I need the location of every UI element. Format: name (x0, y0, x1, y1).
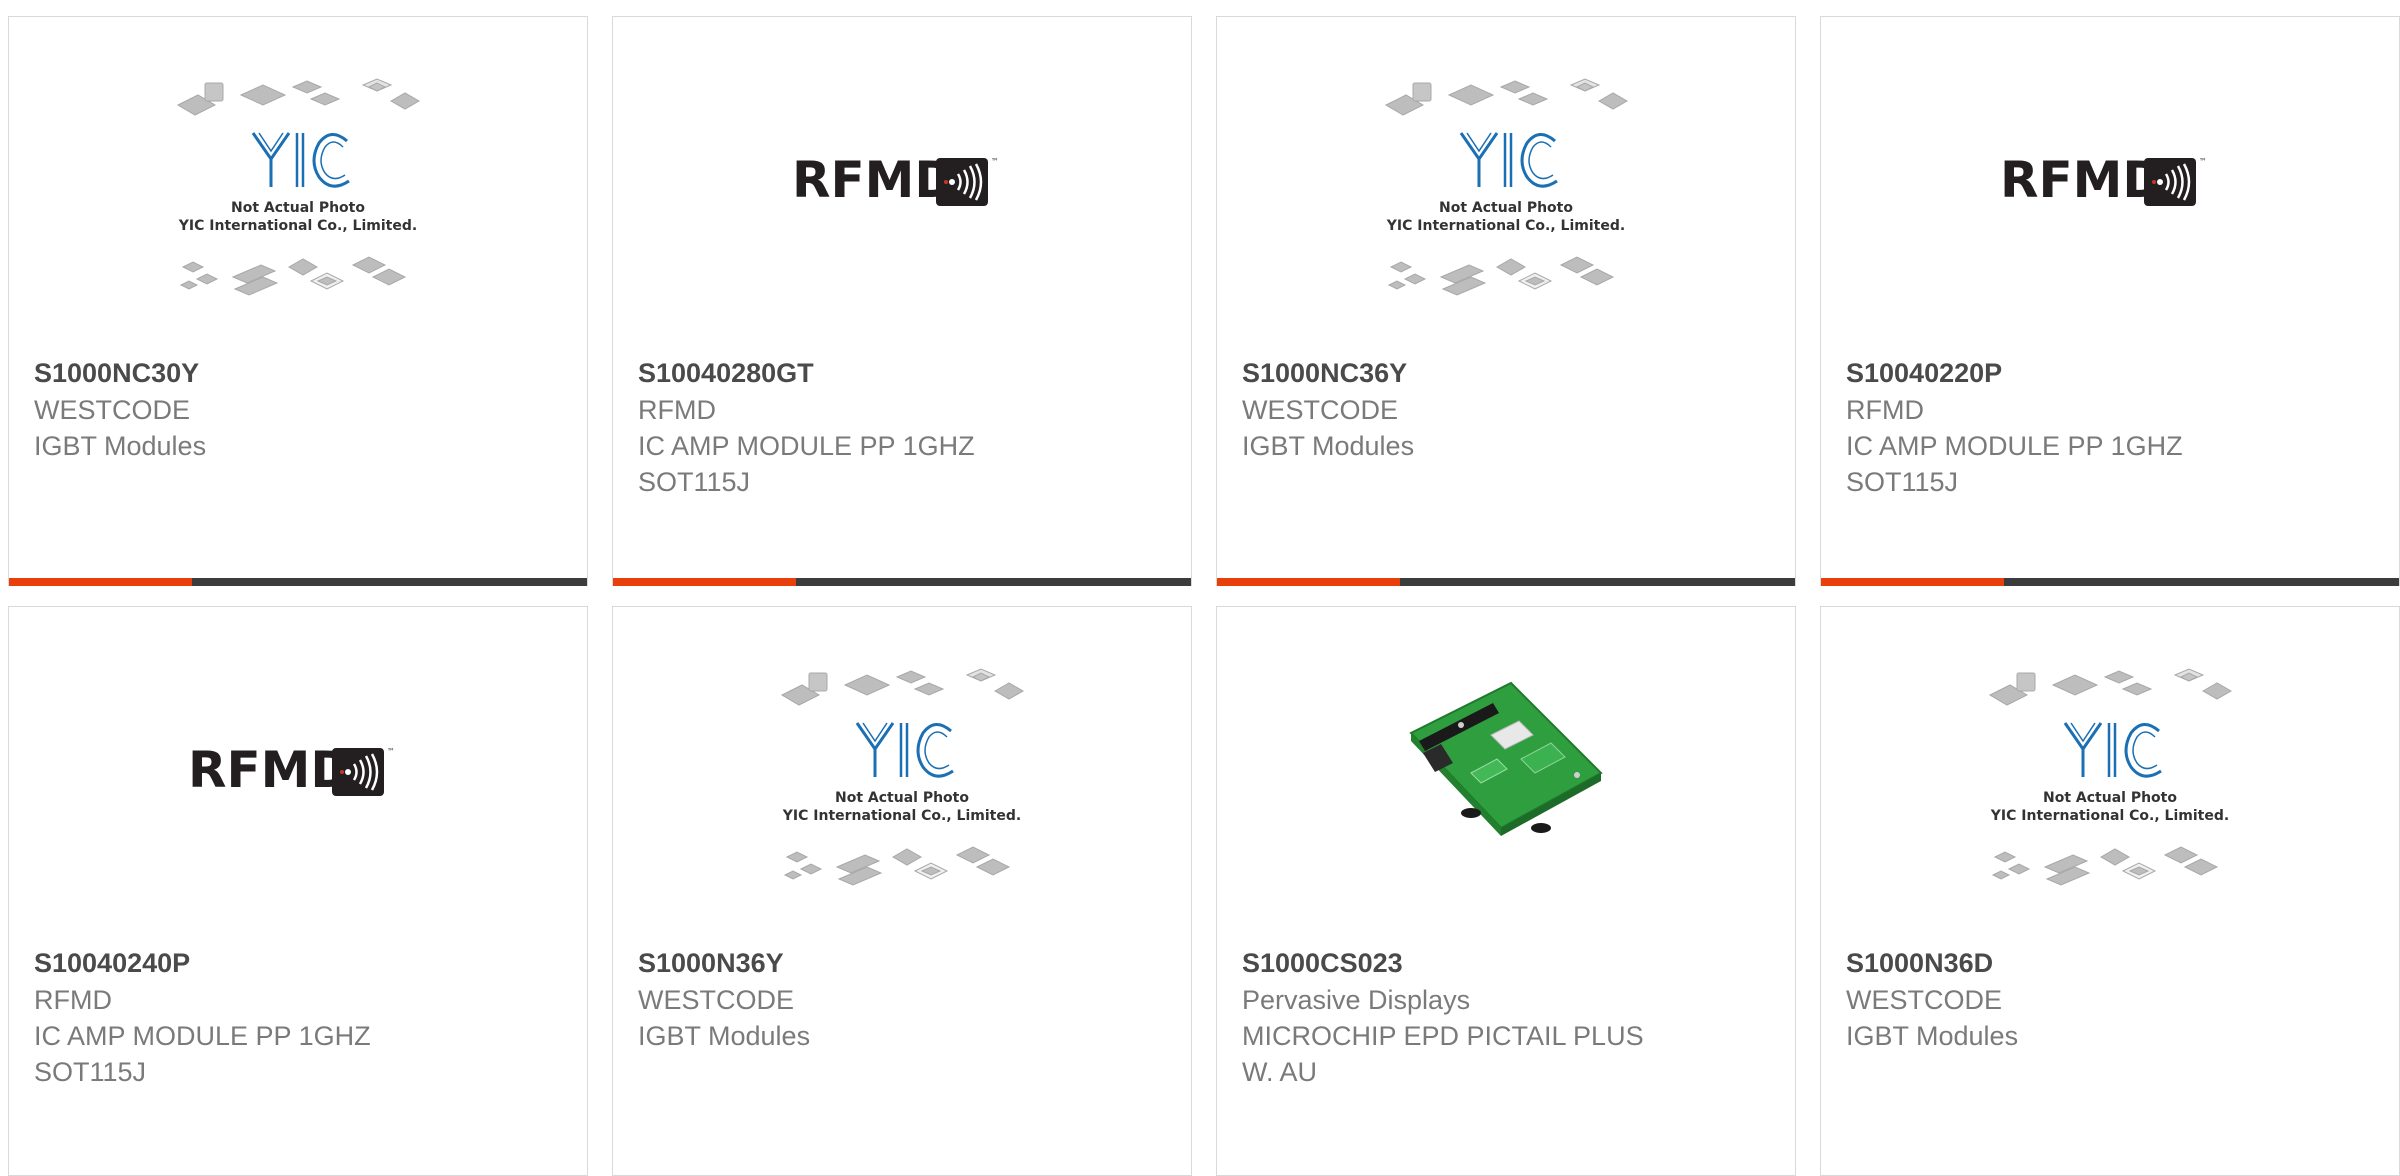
rfmd-logo-image: RFMD ™ (2000, 151, 2207, 209)
yic-line2: YIC International Co., Limited. (782, 808, 1021, 824)
product-info: S1000NC36Y WESTCODE IGBT Modules (1242, 354, 1775, 464)
card-accent-bar-highlight (1217, 578, 1400, 586)
product-image[interactable]: Not Actual Photo YIC International Co., … (1217, 67, 1795, 367)
yic-line2: YIC International Co., Limited. (178, 218, 417, 234)
product-card[interactable]: S1000CS023 Pervasive Displays MICROCHIP EP… (1216, 606, 1796, 1176)
description-line: W. AU (1242, 1057, 1318, 1087)
description-line: SOT115J (638, 467, 751, 497)
product-image[interactable]: Not Actual Photo YIC International Co., … (1821, 657, 2399, 957)
manufacturer: Pervasive Displays (1242, 985, 1471, 1015)
product-info: S1000N36Y WESTCODE IGBT Modules (638, 944, 1171, 1054)
yic-placeholder-image: Not Actual Photo YIC International Co., … (176, 78, 421, 296)
product-card[interactable]: Not Actual Photo YIC International Co., … (1216, 16, 1796, 586)
part-number-link[interactable]: S10040240P (34, 944, 567, 982)
description-line: IC AMP MODULE PP 1GHZ (638, 431, 975, 461)
yic-line2: YIC International Co., Limited. (1990, 808, 2229, 824)
pcb-photo-image (1409, 681, 1603, 836)
card-accent-bar-highlight (1821, 578, 2004, 586)
product-image[interactable]: Not Actual Photo YIC International Co., … (613, 657, 1191, 957)
product-card[interactable]: RFMD ™ S10040220P RFMD IC AMP MODULE PP 1G… (1820, 16, 2400, 586)
yic-logo-y (855, 722, 895, 777)
yic-logo-i (2107, 723, 2117, 777)
yic-logo-y (2063, 722, 2103, 777)
card-accent-bar (9, 578, 587, 586)
manufacturer: WESTCODE (34, 395, 191, 425)
product-info: S1000N36D WESTCODE IGBT Modules (1846, 944, 2379, 1054)
rfmd-logo-image: RFMD ™ (792, 151, 999, 209)
rfmd-logo-text: RFMD (792, 151, 956, 209)
card-accent-bar-highlight (613, 578, 796, 586)
description-line: MICROCHIP EPD PICTAIL PLUS (1242, 1021, 1644, 1051)
yic-line1: Not Actual Photo (1439, 200, 1573, 216)
part-number-link[interactable]: S1000NC36Y (1242, 354, 1775, 392)
part-number-link[interactable]: S1000N36D (1846, 944, 2379, 982)
part-number-link[interactable]: S1000CS023 (1242, 944, 1775, 982)
product-card[interactable]: Not Actual Photo YIC International Co., … (8, 16, 588, 586)
description-line: SOT115J (34, 1057, 147, 1087)
rfmd-logo-image: RFMD ™ (188, 741, 395, 799)
yic-line2: YIC International Co., Limited. (1386, 218, 1625, 234)
rfmd-tm: ™ (387, 747, 395, 756)
yic-logo-y (1459, 132, 1499, 187)
card-accent-bar (613, 578, 1191, 586)
card-accent-bar (1217, 578, 1795, 586)
yic-placeholder-image: Not Actual Photo YIC International Co., … (780, 668, 1025, 886)
product-card[interactable]: Not Actual Photo YIC International Co., … (1820, 606, 2400, 1176)
description-line: IC AMP MODULE PP 1GHZ (1846, 431, 2183, 461)
yic-line1: Not Actual Photo (231, 200, 365, 216)
manufacturer: WESTCODE (1242, 395, 1399, 425)
rfmd-logo-text: RFMD (2000, 151, 2164, 209)
product-info: S10040220P RFMD IC AMP MODULE PP 1GHZ SOT11… (1846, 354, 2379, 500)
yic-line1: Not Actual Photo (835, 790, 969, 806)
part-number-link[interactable]: S10040220P (1846, 354, 2379, 392)
product-image[interactable] (1217, 663, 1795, 963)
part-number-link[interactable]: S10040280GT (638, 354, 1171, 392)
yic-placeholder-image: Not Actual Photo YIC International Co., … (1384, 78, 1629, 296)
product-card[interactable]: RFMD ™ S10040280GT RFMD IC AMP MODULE PP 1… (612, 16, 1192, 586)
part-number-link[interactable]: S1000N36Y (638, 944, 1171, 982)
product-card[interactable]: RFMD ™ S10040240P RFMD IC AMP MODULE PP 1G… (8, 606, 588, 1176)
yic-logo-i (1503, 133, 1513, 187)
product-grid: Not Actual Photo YIC International Co., … (8, 16, 2400, 1176)
manufacturer: WESTCODE (1846, 985, 2003, 1015)
product-info: S10040240P RFMD IC AMP MODULE PP 1GHZ SOT11… (34, 944, 567, 1090)
manufacturer: RFMD (1846, 395, 1924, 425)
manufacturer: RFMD (638, 395, 716, 425)
yic-logo-i (295, 133, 305, 187)
yic-line1: Not Actual Photo (2043, 790, 2177, 806)
yic-logo-i (899, 723, 909, 777)
product-image[interactable]: Not Actual Photo YIC International Co., … (9, 67, 587, 367)
yic-logo-y (251, 132, 291, 187)
product-card[interactable]: Not Actual Photo YIC International Co., … (612, 606, 1192, 1176)
manufacturer: RFMD (34, 985, 112, 1015)
description-line: SOT115J (1846, 467, 1959, 497)
card-accent-bar (1821, 578, 2399, 586)
description-line: IGBT Modules (1846, 1021, 2019, 1051)
card-accent-bar-highlight (9, 578, 192, 586)
description-line: IGBT Modules (34, 431, 207, 461)
rfmd-tm: ™ (991, 157, 999, 166)
product-info: S1000CS023 Pervasive Displays MICROCHIP EP… (1242, 944, 1775, 1090)
yic-placeholder-image: Not Actual Photo YIC International Co., … (1988, 668, 2233, 886)
description-line: IC AMP MODULE PP 1GHZ (34, 1021, 371, 1051)
rfmd-logo-text: RFMD (188, 741, 352, 799)
description-line: IGBT Modules (638, 1021, 811, 1051)
description-line: IGBT Modules (1242, 431, 1415, 461)
product-info: S1000NC30Y WESTCODE IGBT Modules (34, 354, 567, 464)
product-info: S10040280GT RFMD IC AMP MODULE PP 1GHZ SOT1… (638, 354, 1171, 500)
manufacturer: WESTCODE (638, 985, 795, 1015)
part-number-link[interactable]: S1000NC30Y (34, 354, 567, 392)
rfmd-tm: ™ (2199, 157, 2207, 166)
